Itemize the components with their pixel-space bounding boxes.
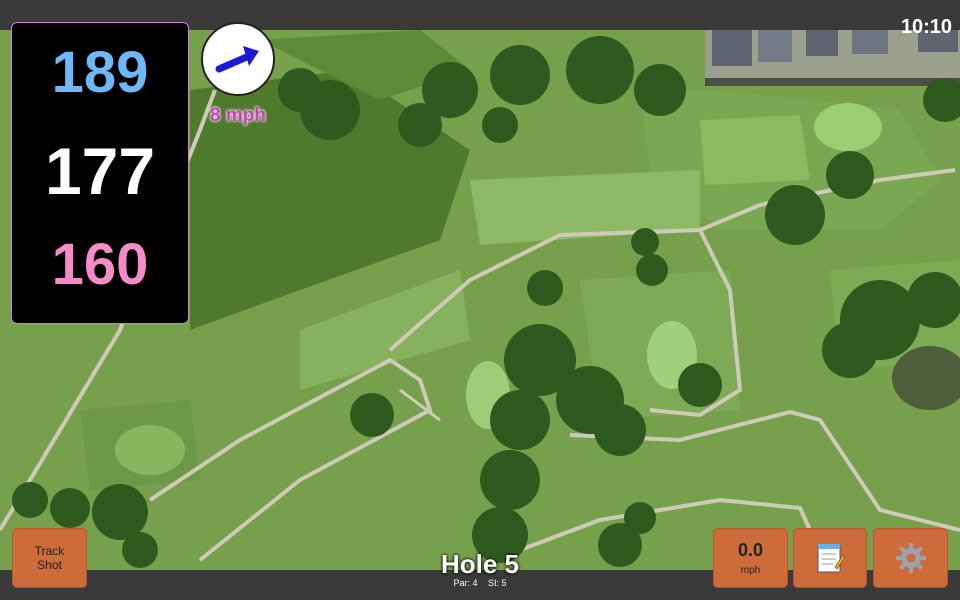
- gear-icon: [895, 543, 926, 573]
- hole-info: Par: 4 SI: 5: [380, 578, 580, 588]
- speed-button[interactable]: 0.0 mph: [713, 528, 788, 588]
- hole-par: Par: 4: [453, 578, 478, 588]
- track-shot-button[interactable]: Track Shot: [12, 528, 87, 588]
- speed-value: 0.0: [737, 540, 764, 560]
- speed-unit: mph: [740, 565, 761, 576]
- distance-panel: 189 177 160: [11, 22, 189, 324]
- track-shot-label-line1: Track: [34, 544, 65, 558]
- wind-speed-label: 8 mph: [210, 105, 266, 126]
- settings-button[interactable]: [873, 528, 948, 588]
- track-shot-label-line2: Shot: [37, 558, 62, 572]
- scorecard-notes-button[interactable]: [793, 528, 867, 588]
- middle-distance: 177: [44, 134, 156, 208]
- wind-indicator: [201, 22, 275, 96]
- hole-title: Hole 5: [440, 549, 520, 579]
- back-distance: 189: [51, 40, 149, 105]
- wind-arrow-icon: [215, 46, 259, 73]
- hole-stroke-index: SI: 5: [488, 578, 507, 588]
- front-distance: 160: [51, 232, 149, 297]
- notepad-icon: [817, 544, 846, 573]
- clock: 10:10: [900, 16, 952, 38]
